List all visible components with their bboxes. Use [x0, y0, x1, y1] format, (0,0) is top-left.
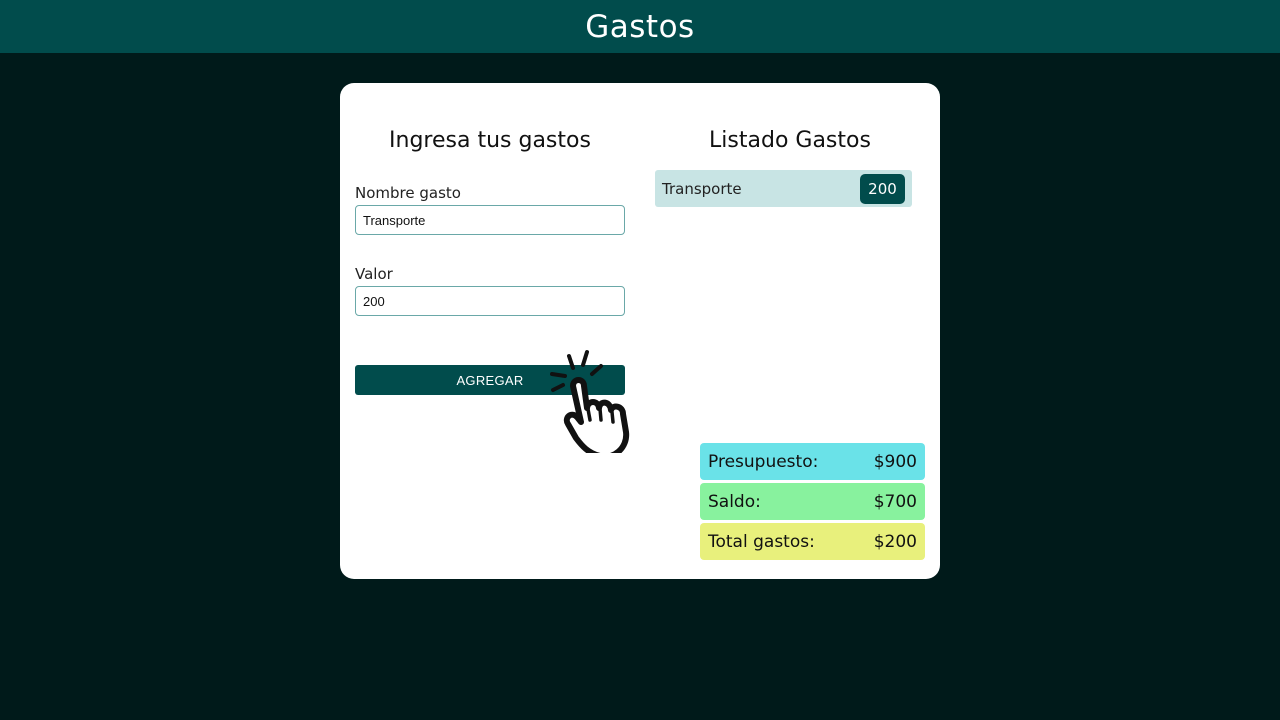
- balance-value: $700: [873, 491, 917, 512]
- form-title: Ingresa tus gastos: [389, 128, 591, 153]
- budget-summary: Presupuesto: $900: [700, 443, 925, 480]
- expense-value-label: Valor: [355, 265, 393, 283]
- app-header: Gastos: [0, 0, 1280, 53]
- expense-item-amount-badge: 200: [860, 173, 905, 204]
- expense-card: Ingresa tus gastos Nombre gasto Valor AG…: [340, 83, 940, 579]
- balance-label: Saldo:: [708, 491, 761, 512]
- expense-name-input[interactable]: [355, 205, 625, 235]
- total-label: Total gastos:: [708, 531, 815, 552]
- list-title: Listado Gastos: [709, 128, 871, 153]
- total-value: $200: [873, 531, 917, 552]
- budget-value: $900: [873, 451, 917, 472]
- expense-name-label: Nombre gasto: [355, 184, 461, 202]
- balance-summary: Saldo: $700: [700, 483, 925, 520]
- expense-list-item: Transporte 200: [655, 170, 912, 207]
- total-summary: Total gastos: $200: [700, 523, 925, 560]
- budget-label: Presupuesto:: [708, 451, 819, 472]
- add-button[interactable]: AGREGAR: [355, 365, 625, 395]
- expense-item-name: Transporte: [662, 179, 742, 198]
- page-title: Gastos: [585, 8, 695, 45]
- expense-value-input[interactable]: [355, 286, 625, 316]
- hand-pointer-click-icon: [550, 350, 630, 453]
